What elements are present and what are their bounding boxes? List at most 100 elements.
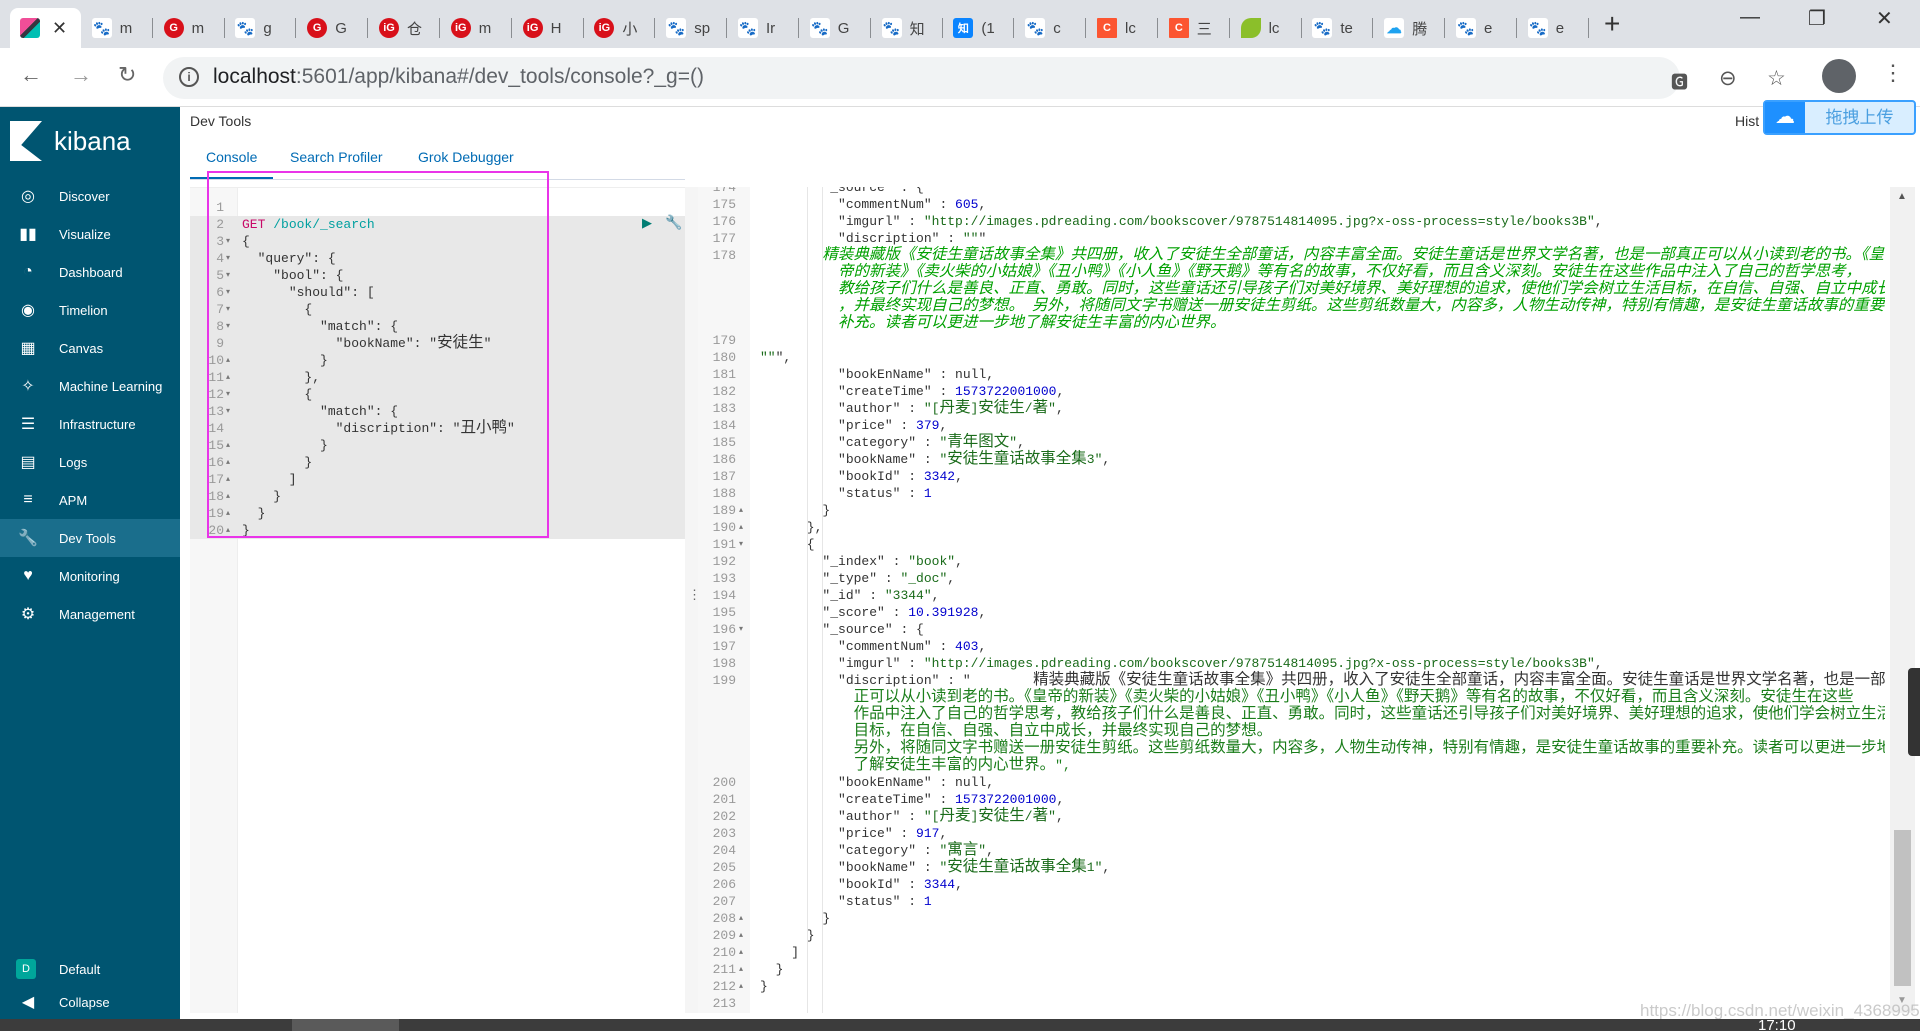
fold-close-icon[interactable]: ▴ (739, 978, 743, 995)
close-window-button[interactable]: ✕ (1876, 6, 1893, 31)
sidebar-item-management[interactable]: ⚙ Management (0, 595, 180, 633)
fold-close-icon[interactable]: ▴ (226, 352, 230, 369)
browser-tab[interactable]: 知 (1 (943, 8, 1015, 48)
line-number: 191 (712, 537, 736, 552)
line-number: 183 (712, 401, 736, 416)
fold-open-icon[interactable]: ▾ (226, 301, 230, 318)
url-input[interactable]: i localhost:5601/app/kibana#/dev_tools/c… (163, 57, 1786, 99)
star-icon[interactable]: ☆ (1767, 66, 1786, 91)
browser-tab[interactable]: ☁ 腾 (1374, 8, 1446, 48)
fold-close-icon[interactable]: ▴ (226, 488, 230, 505)
request-editor[interactable]: 1 2 GET /book/_search 3 ▾{4 ▾ "query": {5 ▾ "b… (190, 187, 685, 1013)
tab-grok-debugger[interactable]: Grok Debugger (418, 149, 514, 165)
fold-close-icon[interactable]: ▴ (739, 502, 743, 519)
sidebar-item-infrastructure[interactable]: ☰ Infrastructure (0, 405, 180, 443)
tab-close-icon[interactable]: ✕ (52, 18, 67, 39)
fold-open-icon[interactable]: ▾ (226, 403, 230, 420)
response-output[interactable]: 174 "_source" : {175 "commentNum" : 605,… (698, 187, 1885, 1013)
sidebar-item-machine-learning[interactable]: ✧ Machine Learning (0, 367, 180, 405)
sidebar-item-visualize[interactable]: ▮▮ Visualize (0, 215, 180, 253)
restore-button[interactable]: ❐ (1808, 6, 1826, 31)
sidebar-item-discover[interactable]: ◎ Discover (0, 177, 180, 215)
kibana-logo[interactable]: kibana (10, 121, 131, 161)
fold-close-icon[interactable]: ▴ (739, 910, 743, 927)
reload-icon[interactable]: ↻ (118, 62, 136, 88)
sidebar-item-apm[interactable]: ≡ APM (0, 481, 180, 519)
fold-close-icon[interactable]: ▴ (739, 519, 743, 536)
browser-tab[interactable]: 🐾 c (1015, 8, 1087, 48)
fold-close-icon[interactable]: ▴ (226, 471, 230, 488)
history-button[interactable]: Hist (1735, 113, 1759, 129)
browser-tab[interactable]: 🐾 e (1446, 8, 1517, 48)
browser-tab[interactable]: Gm (154, 8, 225, 48)
tab-title: 腾 (1412, 20, 1428, 38)
zoom-out-icon[interactable]: ⊖ (1719, 66, 1737, 91)
fold-close-icon[interactable]: ▴ (739, 944, 743, 961)
kibana-sidebar: kibana ◎ Discover ▮▮ Visualize ◔ Dashboard ◉ Ti… (0, 107, 180, 1019)
fold-open-icon[interactable]: ▾ (226, 250, 230, 267)
browser-tab[interactable]: 🐾 G (800, 8, 871, 48)
browser-tab[interactable]: 🐾 sp (656, 8, 728, 48)
fold-close-icon[interactable]: ▴ (739, 961, 743, 978)
browser-tab[interactable]: 🐾 m (82, 8, 153, 48)
browser-menu-icon[interactable]: ⋮ (1882, 60, 1904, 86)
fold-close-icon[interactable]: ▴ (226, 454, 230, 471)
wrench-icon[interactable]: 🔧 (665, 214, 682, 231)
fold-close-icon[interactable]: ▴ (226, 369, 230, 386)
translate-icon[interactable]: 🅶 (1671, 68, 1688, 93)
fold-open-icon[interactable]: ▾ (739, 621, 743, 638)
browser-tab[interactable]: ✕ (10, 8, 81, 48)
sidebar-item-logs[interactable]: ▤ Logs (0, 443, 180, 481)
fold-open-icon[interactable]: ▾ (226, 267, 230, 284)
sidebar-item-canvas[interactable]: ▦ Canvas (0, 329, 180, 367)
browser-tab[interactable]: GG (297, 8, 369, 48)
browser-tab[interactable]: 🐾 g (225, 8, 297, 48)
collapse-button[interactable]: ◀ Collapse (0, 983, 180, 1021)
fold-open-icon[interactable]: ▾ (739, 536, 743, 553)
browser-tab[interactable]: iG 小 (584, 8, 656, 48)
line-number: 181 (712, 367, 736, 382)
fold-open-icon[interactable]: ▾ (226, 318, 230, 335)
info-icon[interactable]: i (179, 67, 199, 87)
browser-tab[interactable]: Clc (1087, 8, 1158, 48)
panel-resizer[interactable]: ⋮ (685, 187, 701, 1013)
upload-widget[interactable]: ☁ 拖拽上传 (1763, 100, 1916, 135)
fold-open-icon[interactable]: ▾ (226, 386, 230, 403)
fold-close-icon[interactable]: ▴ (226, 505, 230, 522)
output-scrollbar[interactable]: ▲ ▼ (1890, 187, 1915, 1013)
compass-icon: ◎ (21, 188, 35, 205)
line-number: 193 (712, 571, 736, 586)
sidebar-item-timelion[interactable]: ◉ Timelion (0, 291, 180, 329)
side-panel-handle[interactable] (1908, 668, 1920, 756)
scroll-up-icon[interactable]: ▲ (1897, 191, 1907, 202)
browser-tab[interactable]: 🐾 知 (872, 8, 943, 48)
fold-open-icon[interactable]: ▾ (226, 284, 230, 301)
browser-tab[interactable]: iG 仓 (369, 8, 440, 48)
cloud-favicon-icon: ☁ (1384, 18, 1405, 38)
browser-tab[interactable]: C三 (1159, 8, 1230, 48)
fold-open-icon[interactable]: ▾ (226, 233, 230, 250)
tab-search-profiler[interactable]: Search Profiler (290, 149, 383, 165)
line-number: 186 (712, 452, 736, 467)
sidebar-item-dashboard[interactable]: ◔ Dashboard (0, 253, 180, 291)
profile-avatar[interactable] (1822, 59, 1856, 93)
browser-tab[interactable]: 🐾 Ir (728, 8, 799, 48)
sidebar-item-monitoring[interactable]: ♥ Monitoring (0, 557, 180, 595)
forward-icon[interactable]: → (70, 62, 92, 88)
scrollbar-thumb[interactable] (1894, 830, 1911, 986)
browser-tab[interactable]: iG H (513, 8, 584, 48)
fold-close-icon[interactable]: ▴ (739, 927, 743, 944)
fold-close-icon[interactable]: ▴ (226, 522, 230, 539)
play-icon[interactable]: ▶ (642, 215, 652, 231)
sidebar-item-dev-tools[interactable]: 🔧 Dev Tools (0, 519, 180, 557)
browser-tab[interactable]: lc (1231, 8, 1302, 48)
browser-tab[interactable]: 🐾 e (1518, 8, 1589, 48)
new-tab-button[interactable]: + (1604, 8, 1620, 40)
taskbar-item[interactable] (292, 1019, 399, 1031)
minimize-button[interactable]: — (1740, 6, 1760, 29)
fold-close-icon[interactable]: ▴ (226, 437, 230, 454)
browser-tab[interactable]: iG m (441, 8, 512, 48)
browser-tab[interactable]: 🐾 te (1302, 8, 1374, 48)
back-icon[interactable]: ← (20, 62, 42, 88)
tab-console[interactable]: Console (206, 149, 257, 165)
